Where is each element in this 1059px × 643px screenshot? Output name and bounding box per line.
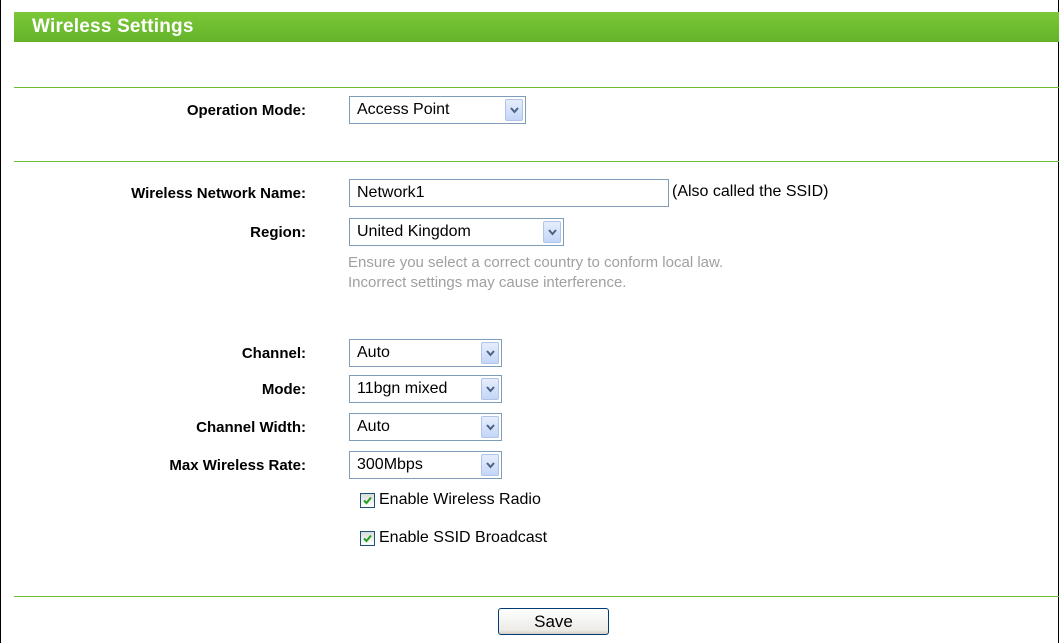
channel-width-select[interactable]: Auto <box>349 413 502 441</box>
checkmark-icon <box>363 534 372 543</box>
region-label: Region: <box>250 224 306 241</box>
chevron-down-icon[interactable] <box>481 454 499 476</box>
enable-ssid-broadcast-checkbox[interactable] <box>360 531 375 546</box>
max-rate-label: Max Wireless Rate: <box>169 457 306 474</box>
enable-ssid-broadcast-label[interactable]: Enable SSID Broadcast <box>379 529 547 547</box>
mode-label: Mode: <box>261 381 306 398</box>
chevron-down-icon[interactable] <box>481 342 499 364</box>
divider-mid <box>14 161 1059 162</box>
ssid-note: (Also called the SSID) <box>672 183 829 200</box>
channel-width-value: Auto <box>357 418 390 435</box>
network-name-input[interactable]: Network1 <box>349 179 669 207</box>
title-bar: Wireless Settings <box>14 12 1059 42</box>
region-value: United Kingdom <box>357 223 471 240</box>
operation-mode-value: Access Point <box>357 101 450 118</box>
divider-bottom <box>14 596 1059 597</box>
region-hint-line2: Incorrect settings may cause interferenc… <box>348 274 627 291</box>
save-button[interactable]: Save <box>498 608 609 635</box>
chevron-down-icon[interactable] <box>543 221 561 243</box>
region-hint-line1: Ensure you select a correct country to c… <box>348 254 724 271</box>
enable-wireless-radio-label[interactable]: Enable Wireless Radio <box>379 491 541 509</box>
network-name-label: Wireless Network Name: <box>131 185 306 202</box>
region-select[interactable]: United Kingdom <box>349 218 564 246</box>
divider-top <box>14 87 1059 88</box>
channel-label: Channel: <box>241 345 306 362</box>
chevron-down-icon[interactable] <box>481 416 499 438</box>
enable-wireless-radio-checkbox[interactable] <box>360 493 375 508</box>
operation-mode-select[interactable]: Access Point <box>349 96 526 124</box>
mode-value: 11bgn mixed <box>357 380 448 397</box>
channel-width-label: Channel Width: <box>196 419 306 436</box>
page-frame: Wireless Settings Operation Mode: Access… <box>0 0 1059 643</box>
checkmark-icon <box>363 496 372 505</box>
operation-mode-label: Operation Mode: <box>186 102 306 119</box>
max-rate-select[interactable]: 300Mbps <box>349 451 502 479</box>
chevron-down-icon[interactable] <box>505 99 523 121</box>
channel-value: Auto <box>357 344 390 361</box>
page-title: Wireless Settings <box>32 16 194 37</box>
mode-select[interactable]: 11bgn mixed <box>349 375 502 403</box>
channel-select[interactable]: Auto <box>349 339 502 367</box>
network-name-value: Network1 <box>357 184 425 201</box>
max-rate-value: 300Mbps <box>357 456 423 473</box>
chevron-down-icon[interactable] <box>481 378 499 400</box>
